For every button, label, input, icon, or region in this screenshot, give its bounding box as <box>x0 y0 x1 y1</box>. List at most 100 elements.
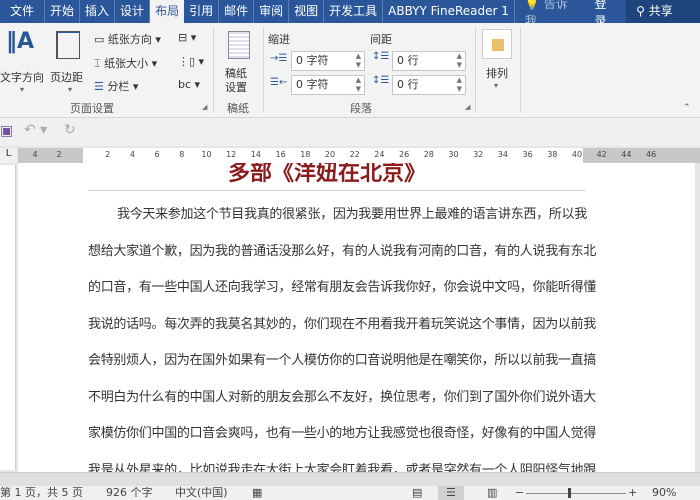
arrange-icon <box>482 29 512 59</box>
save-icon[interactable]: ▣ <box>0 123 13 139</box>
document-page[interactable]: 多部《洋妞在北京》 我今天来参加这个节目我真的很紧张，因为我要用世界上最难的语言… <box>18 163 695 472</box>
text-line: 家模仿你们中国的口音会爽吗，也有一些小的地方让我感觉也很奇怪，好像有的中国人觉得 <box>88 426 597 441</box>
read-mode-icon[interactable]: ▤ <box>412 486 422 500</box>
ruler-tick: 10 <box>201 150 212 159</box>
hyphenation-icon: bc <box>178 78 192 91</box>
web-layout-icon[interactable]: ▥ <box>487 486 497 500</box>
ruler-tick: 6 <box>154 150 160 159</box>
tab-abbyy[interactable]: ABBYY FineReader 1 <box>383 0 515 23</box>
paragraph-launcher-icon[interactable]: ◢ <box>465 103 470 111</box>
tab-file[interactable]: 文件 <box>0 0 46 23</box>
lightbulb-icon: 💡 <box>524 0 540 11</box>
ruler-tick: 36 <box>522 150 533 159</box>
ruler-tick: 16 <box>275 150 286 159</box>
ruler-tick: 4 <box>32 150 38 159</box>
indent-right-input[interactable]: 0 字符 ▲ ▼ <box>291 75 365 95</box>
ruler-tick: 30 <box>448 150 459 159</box>
word-count[interactable]: 926 个字 <box>106 486 153 500</box>
person-add-icon: ⚲ <box>636 4 645 18</box>
ribbon-tabs: 文件 开始 插入 设计 布局 引用 邮件 审阅 视图 开发工具 ABBYY Fi… <box>0 0 700 28</box>
indent-left-input[interactable]: 0 字符 ▲ ▼ <box>291 51 365 71</box>
ruler-tick: 26 <box>399 150 410 159</box>
tab-layout[interactable]: 布局 <box>150 0 185 23</box>
indent-right-icon: ☰← <box>270 77 288 88</box>
redo-icon[interactable]: ↻ <box>64 122 76 138</box>
tab-mailings[interactable]: 邮件 <box>219 0 255 23</box>
text-line: 我今天来参加这个节目我真的很紧张，因为我要用世界上最难的语言讲东西，所以我 <box>117 207 587 222</box>
ruler-tick: 4 <box>129 150 135 159</box>
ruler-tick: 32 <box>473 150 484 159</box>
line-numbers-button[interactable]: ⋮▯ ▾ <box>178 55 204 68</box>
page-setup-launcher-icon[interactable]: ◢ <box>202 103 207 111</box>
indent-left-icon: →☰ <box>270 53 288 64</box>
size-icon: ⌶ <box>94 57 101 70</box>
breaks-icon: ⊟ <box>178 31 188 44</box>
ruler-tick: 2 <box>105 150 111 159</box>
language[interactable]: 中文(中国) <box>175 486 228 500</box>
tab-developer[interactable]: 开发工具 <box>324 0 384 23</box>
zoom-level[interactable]: 90% <box>652 486 676 500</box>
collapse-ribbon-icon[interactable]: ⌃ <box>683 103 691 113</box>
status-bar: 第 1 页，共 5 页 926 个字 中文(中国) ▦ ▤ ☰ ▥ − + 90… <box>0 486 700 500</box>
quick-access-toolbar: ▣ ↶ ▾ ↻ <box>0 118 700 146</box>
ruler-tick: 2 <box>56 150 62 159</box>
tab-view[interactable]: 视图 <box>289 0 325 23</box>
text-line: 我是从外星来的，比如说我走在大街上大家会盯着我看，或者是突然有一个人阴阳怪气地跟 <box>88 462 597 473</box>
text-direction-icon: ‖A <box>6 29 35 54</box>
horizontal-ruler[interactable]: 4 2 2 4 6 8 10 12 14 16 18 20 22 24 26 28 30 32 34 36 38 40 42… <box>18 148 700 163</box>
zoom-in-icon[interactable]: + <box>628 486 637 500</box>
ruler-tick: 20 <box>324 150 336 159</box>
text-line: 想给大家道个歉，因为我的普通话没那么好，有的人说我有河南的口音，有的人说我有东北 <box>88 243 597 259</box>
ribbon: ‖A 文字方向 ▾ 页边距 ▾ ▭ 纸张方向 ▾ ⌶ 纸张大小 ▾ ☰ 分栏 ▾… <box>0 23 700 118</box>
size-button[interactable]: ⌶ 纸张大小 ▾ <box>94 55 157 71</box>
zoom-slider-thumb[interactable] <box>568 488 571 498</box>
ruler-tick: 12 <box>226 150 237 159</box>
undo-icon[interactable]: ↶ ▾ <box>24 122 47 138</box>
header-line <box>88 190 585 191</box>
ruler-tick: 22 <box>349 150 360 159</box>
text-line: 会特别烦人，因为在国外如果有一个人模仿你的口音说明他是在嘲笑你，所以以前我一直搞 <box>88 353 597 368</box>
margins-icon <box>56 31 80 59</box>
ruler-tick: 18 <box>300 150 311 159</box>
ruler-tick: 14 <box>250 150 261 159</box>
hyphenation-button[interactable]: bc ▾ <box>178 78 200 91</box>
columns-icon: ☰ <box>94 80 104 93</box>
text-line: 我说的话吗。每次弄的我莫名其妙的，你们现在不用看我开着玩笑说这个事情，因为以前我 <box>88 316 597 332</box>
spacing-before-icon: ↕☰ <box>372 51 390 62</box>
draft-paper-button[interactable]: 稿纸 设置 <box>220 27 256 97</box>
document-title: 多部《洋妞在北京》 <box>228 163 427 186</box>
line-numbers-icon: ⋮▯ <box>178 55 196 68</box>
zoom-slider[interactable] <box>526 493 626 494</box>
print-layout-icon[interactable]: ☰ <box>438 486 464 500</box>
page-count[interactable]: 第 1 页，共 5 页 <box>0 486 83 500</box>
tab-home[interactable]: 开始 <box>45 0 81 23</box>
ruler-tick: 44 <box>621 150 632 159</box>
share-button[interactable]: ⚲ 共享 <box>626 0 700 23</box>
draft-paper-icon <box>228 31 250 59</box>
text-line: 的口音，有一些中国人还向我学习，经常有朋友会告诉我你好，你会说中文吗，你能听得懂 <box>88 280 597 295</box>
breaks-button[interactable]: ⊟ ▾ <box>178 31 196 44</box>
tab-insert[interactable]: 插入 <box>80 0 116 23</box>
ruler-tick: 24 <box>374 150 385 159</box>
ruler-tick: 40 <box>571 150 583 159</box>
macro-icon[interactable]: ▦ <box>252 486 262 500</box>
vertical-ruler[interactable] <box>0 165 16 470</box>
tab-review[interactable]: 审阅 <box>254 0 290 23</box>
margins-button[interactable]: 页边距 ▾ <box>50 25 90 103</box>
tab-selector[interactable]: L <box>0 148 17 163</box>
text-line: 不明白为什么有的中国人对新的朋友会那么不友好，换位思考，你们到了国外你们说外语大 <box>88 389 597 405</box>
text-direction-button[interactable]: ‖A 文字方向 ▾ <box>0 25 48 103</box>
columns-button[interactable]: ☰ 分栏 ▾ <box>94 78 138 94</box>
ruler-tick: 46 <box>646 150 657 159</box>
orientation-button[interactable]: ▭ 纸张方向 ▾ <box>94 31 161 47</box>
tab-references[interactable]: 引用 <box>184 0 220 23</box>
spacing-after-input[interactable]: 0 行 ▲ ▼ <box>392 75 466 95</box>
ruler-tick: 34 <box>497 150 508 159</box>
horizontal-scrollbar[interactable] <box>0 472 700 486</box>
ruler-tick: 8 <box>179 150 185 159</box>
zoom-out-icon[interactable]: − <box>515 486 524 500</box>
orientation-icon: ▭ <box>94 33 105 46</box>
arrange-button[interactable]: 排列 ▾ <box>482 29 514 99</box>
tab-design[interactable]: 设计 <box>115 0 151 23</box>
spacing-before-input[interactable]: 0 行 ▲ ▼ <box>392 51 466 71</box>
